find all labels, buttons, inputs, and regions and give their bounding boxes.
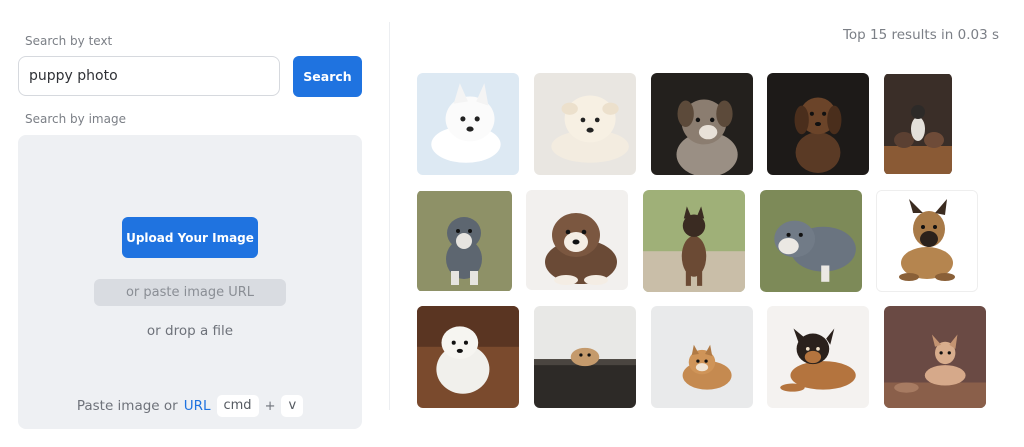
- gray-pitbull-puppy-photo: [760, 190, 862, 292]
- tan-puppy-photo: [884, 306, 986, 408]
- pitbull-puppy-grass-photo: [417, 191, 512, 291]
- puppy-on-path-photo: [643, 190, 745, 292]
- brown-puppy-photo: [767, 73, 869, 175]
- result-thumbnail[interactable]: [876, 190, 978, 292]
- result-thumbnail[interactable]: [767, 73, 869, 175]
- result-thumbnail[interactable]: [884, 306, 986, 408]
- image-drop-zone[interactable]: Upload Your Image or drop a file Paste i…: [18, 135, 362, 429]
- paste-url-link[interactable]: URL: [184, 398, 211, 414]
- kbd-plus: +: [264, 398, 276, 414]
- result-thumbnail[interactable]: [651, 306, 753, 408]
- upload-image-button[interactable]: Upload Your Image: [122, 217, 258, 258]
- result-thumbnail[interactable]: [884, 73, 952, 175]
- paste-hint: Paste image or URL cmd + v: [18, 395, 362, 417]
- akita-puppy-photo: [526, 190, 628, 290]
- kbd-cmd: cmd: [216, 395, 259, 417]
- result-thumbnail[interactable]: [767, 306, 869, 408]
- results-summary: Top 15 results in 0.03 s: [842, 27, 999, 43]
- result-thumbnail[interactable]: [417, 190, 512, 292]
- panel-divider: [389, 22, 390, 410]
- puppy-in-box-photo: [534, 306, 636, 408]
- puppies-group-photo: [884, 74, 952, 174]
- text-search-label: Search by text: [25, 34, 113, 48]
- result-thumbnail[interactable]: [417, 73, 519, 175]
- malinois-puppy-photo: [877, 191, 977, 291]
- search-input[interactable]: [18, 56, 280, 96]
- search-panel: Search by text Search Search by image Up…: [18, 0, 362, 447]
- search-button[interactable]: Search: [293, 56, 362, 97]
- result-thumbnail[interactable]: [643, 190, 745, 292]
- cream-puppy-photo: [534, 73, 636, 175]
- result-thumbnail[interactable]: [760, 190, 862, 292]
- shepherd-puppy-lying-photo: [767, 306, 869, 408]
- image-url-input[interactable]: [94, 279, 286, 306]
- shiba-puppy-photo: [651, 306, 753, 408]
- white-puppy-photo: [417, 73, 519, 175]
- result-thumbnail[interactable]: [651, 73, 753, 175]
- drop-file-hint: or drop a file: [146, 323, 234, 339]
- white-fluffy-puppy-photo: [417, 306, 519, 408]
- result-thumbnail[interactable]: [526, 190, 628, 290]
- kbd-v: v: [281, 395, 304, 417]
- result-thumbnail[interactable]: [534, 73, 636, 175]
- paste-hint-prefix: Paste image or: [76, 398, 178, 414]
- result-thumbnail[interactable]: [534, 306, 636, 408]
- merle-puppy-photo: [651, 73, 753, 175]
- image-search-label: Search by image: [25, 112, 126, 126]
- result-thumbnail[interactable]: [417, 306, 519, 408]
